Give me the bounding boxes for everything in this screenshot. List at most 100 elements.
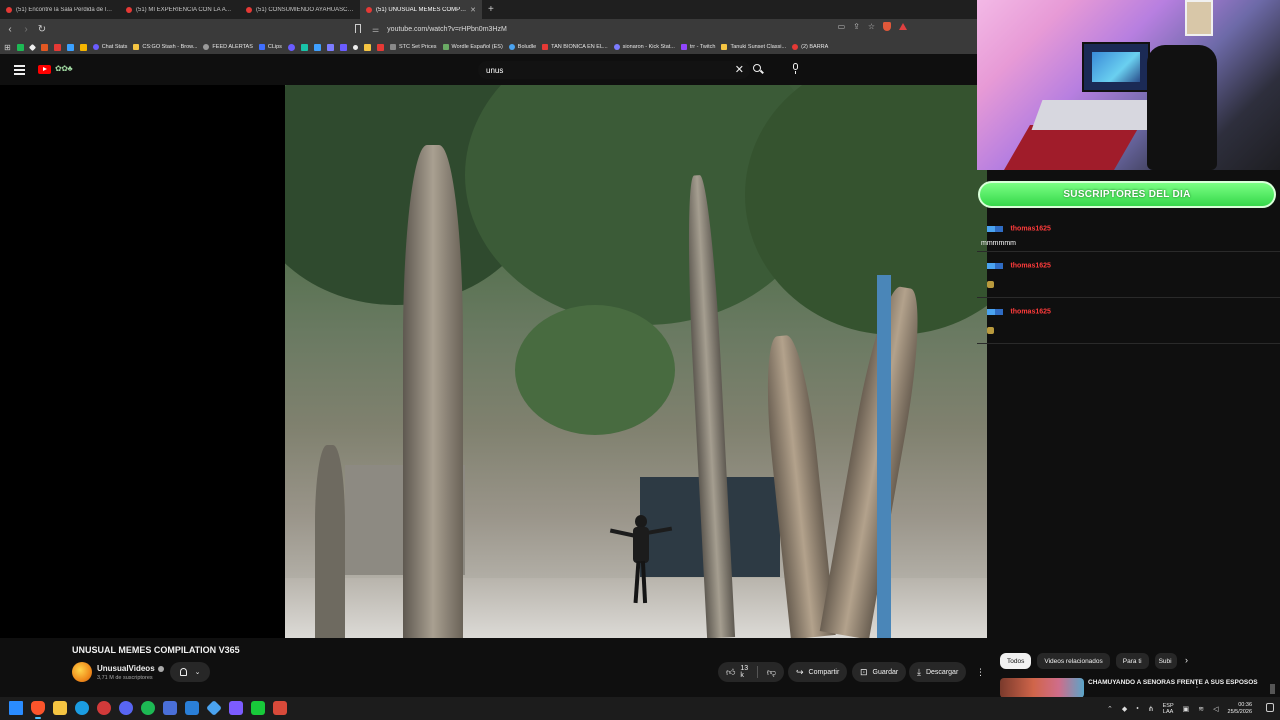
browser-tab[interactable]: (51) Encontré la Sala Perdida de las C..…: [0, 0, 120, 19]
stream-chat: thomas1625 mmmmmm thomas1625 thomas1625: [977, 215, 1280, 344]
reload-icon[interactable]: ↻: [34, 24, 50, 35]
bookmark-icon[interactable]: [16, 43, 24, 51]
bookmarks-bar: ⊞ Chat Stats CS:GO Stash - Brow... FEED …: [0, 40, 977, 54]
notifications-icon[interactable]: [1266, 703, 1274, 712]
close-tab-icon[interactable]: ✕: [470, 6, 476, 14]
bookmark-icon[interactable]: [313, 43, 321, 51]
bookmark-icon[interactable]: [339, 43, 347, 51]
browser-tab-active[interactable]: (51) UNUSUAL MEMES COMPI... ✕: [360, 0, 482, 19]
video-thumbnail[interactable]: [1000, 678, 1084, 698]
network-icon[interactable]: ⋔: [1148, 705, 1154, 713]
language-indicator[interactable]: ESP LAA: [1163, 703, 1174, 715]
bookmark-icon[interactable]: [28, 43, 36, 51]
bookmark-icon[interactable]: [300, 43, 308, 51]
star-icon[interactable]: ☆: [868, 22, 875, 31]
more-actions-button[interactable]: ⋮: [972, 662, 989, 682]
bookmark-icon[interactable]: [66, 43, 74, 51]
search-box[interactable]: ✕: [478, 61, 750, 79]
app-icon[interactable]: [97, 701, 111, 715]
share-page-icon[interactable]: ⇪: [853, 22, 860, 31]
windows-start-icon[interactable]: [9, 701, 23, 715]
save-button[interactable]: ⊡ Guardar: [852, 662, 907, 682]
app-icon[interactable]: [163, 701, 177, 715]
like-count[interactable]: 13 k: [740, 665, 748, 679]
url-bar[interactable]: ⚌ youtube.com/watch?v=rHPbn0m3HzM: [352, 21, 912, 38]
bookmark-barra[interactable]: (2) BARRA: [792, 44, 828, 50]
bookmark-kick-stats[interactable]: sionaron - Kick Stat...: [613, 44, 675, 50]
microphone-icon[interactable]: [791, 63, 799, 75]
bookmark-icon[interactable]: [40, 43, 48, 51]
chevron-right-icon[interactable]: ›: [1185, 655, 1188, 665]
url-text[interactable]: youtube.com/watch?v=rHPbn0m3HzM: [387, 26, 507, 33]
verified-icon: [157, 665, 164, 672]
bookmark-icon[interactable]: [53, 43, 61, 51]
channel-name[interactable]: UnusualVideos: [97, 664, 164, 673]
bookmark-icon[interactable]: [79, 43, 87, 51]
menu-icon[interactable]: [14, 65, 25, 77]
bookmark-feed-alertas[interactable]: FEED ALERTAS: [203, 44, 253, 50]
brave-shield-icon[interactable]: [883, 22, 891, 31]
app-icon[interactable]: [206, 700, 222, 716]
app-icon[interactable]: [273, 701, 287, 715]
wifi-icon[interactable]: ≋: [1198, 705, 1204, 713]
browser-tab[interactable]: (51) CONSUMIENDO AYAHUASCA EN...: [240, 0, 360, 19]
bookmark-stc-set-prices[interactable]: STC Set Prices: [389, 44, 437, 50]
chevron-up-icon[interactable]: ⌃: [1107, 705, 1113, 713]
bookmark-icon[interactable]: [376, 43, 384, 51]
chip-subidos[interactable]: Subi: [1154, 653, 1177, 669]
screen-icon[interactable]: ▭: [838, 22, 846, 31]
channel-avatar[interactable]: [72, 662, 92, 682]
tray-app-icon[interactable]: ◆: [1122, 705, 1127, 713]
thumbs-up-icon[interactable]: 👍︎: [726, 667, 735, 678]
bookmark-csgo-stash[interactable]: CS:GO Stash - Brow...: [133, 44, 197, 50]
search-input[interactable]: [486, 65, 716, 75]
bookmark-icon[interactable]: [352, 44, 358, 50]
recommended-title[interactable]: CHAMUYANDO A SEÑORAS FRENTE A SUS ESPOSO…: [1088, 679, 1263, 695]
kick-icon[interactable]: [251, 701, 265, 715]
bookmark-icon[interactable]: [287, 43, 295, 51]
apps-grid-icon[interactable]: ⊞: [4, 43, 11, 52]
browser-tab[interactable]: (51) MI EXPERIENCIA CON LA AYAHU...: [120, 0, 240, 19]
forward-icon[interactable]: ›: [18, 24, 34, 35]
discord-icon[interactable]: [119, 701, 133, 715]
bookmark-icon[interactable]: [363, 43, 371, 51]
new-tab-button[interactable]: +: [482, 4, 500, 15]
spotify-icon[interactable]: [141, 701, 155, 715]
thumbs-down-icon[interactable]: 👎︎: [767, 667, 776, 678]
back-icon[interactable]: ‹: [2, 24, 18, 35]
download-button[interactable]: ⤓ Descargar: [909, 662, 967, 682]
bookmark-clips[interactable]: CLips: [258, 44, 282, 50]
share-button[interactable]: ↪ Compartir: [788, 662, 848, 682]
app-icon[interactable]: [185, 701, 199, 715]
bookmark-tanuki[interactable]: Tanuki Sunset Classi...: [721, 44, 786, 50]
bookmark-wordle[interactable]: Wordle Español (ES): [442, 44, 503, 50]
clear-search-icon[interactable]: ✕: [735, 64, 744, 76]
bookmark-boludle[interactable]: Boludle: [508, 44, 536, 50]
site-info-icon[interactable]: ⚌: [372, 25, 379, 34]
chip-para-ti[interactable]: Para ti: [1115, 653, 1149, 669]
bookmark-tan-bionica[interactable]: TAN BIONICA EN EL...: [542, 44, 608, 50]
video-frame[interactable]: [285, 85, 987, 638]
bookmark-icon[interactable]: [326, 43, 334, 51]
bookmark-twitch[interactable]: trr - Twitch: [680, 44, 715, 50]
monitor-icon[interactable]: ▣: [1183, 705, 1190, 713]
bookmark-chat-stats[interactable]: Chat Stats: [92, 44, 127, 50]
youtube-logo-icon[interactable]: [38, 65, 51, 74]
app-icon[interactable]: [229, 701, 243, 715]
video-player[interactable]: [0, 85, 987, 638]
notifications-button[interactable]: ⌄: [170, 662, 210, 682]
steam-icon[interactable]: [75, 701, 89, 715]
volume-icon[interactable]: ◁: [1213, 705, 1218, 713]
clock[interactable]: 00:36 25/5/2026: [1228, 702, 1252, 715]
file-explorer-icon[interactable]: [53, 701, 67, 715]
chat-message: thomas1625: [977, 252, 1280, 298]
youtube-doodle-icon[interactable]: ✿✿♣: [55, 64, 73, 73]
search-icon[interactable]: [752, 63, 765, 76]
chip-todos[interactable]: Todos: [1000, 653, 1032, 669]
scrollbar[interactable]: [1270, 684, 1275, 694]
more-icon[interactable]: ⋮: [1193, 680, 1201, 689]
chip-videos-relacionados[interactable]: Videos relacionados: [1037, 653, 1110, 669]
brave-browser-icon[interactable]: [31, 701, 45, 715]
alert-icon[interactable]: [899, 23, 907, 30]
tray-app-icon[interactable]: ⬩: [1136, 705, 1139, 713]
